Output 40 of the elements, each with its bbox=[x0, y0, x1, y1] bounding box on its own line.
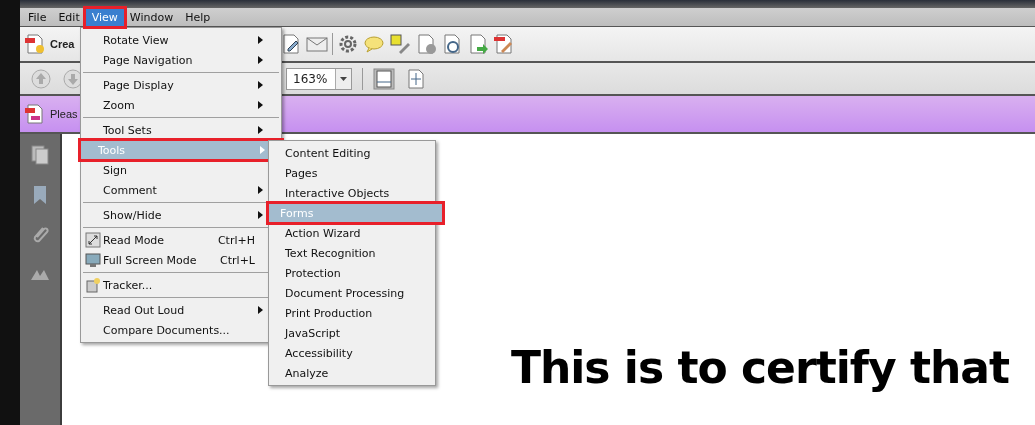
submenu-arrow-icon bbox=[258, 81, 263, 89]
notice-text: Pleas bbox=[50, 108, 78, 120]
menu-title[interactable]: File bbox=[22, 8, 53, 26]
create-button-label[interactable]: Crea bbox=[50, 38, 75, 50]
submenu-arrow-icon bbox=[260, 146, 265, 154]
create-pdf-icon[interactable] bbox=[24, 33, 46, 55]
previous-page-icon[interactable] bbox=[30, 67, 52, 90]
menu-item[interactable]: JavaScript bbox=[271, 323, 433, 343]
submenu-arrow-icon bbox=[258, 101, 263, 109]
menu-item[interactable]: Page Display bbox=[83, 75, 279, 95]
document-arrow-icon[interactable] bbox=[467, 33, 490, 55]
expand-icon bbox=[85, 232, 101, 248]
submenu-arrow-icon bbox=[258, 126, 263, 134]
menu-item[interactable]: Accessibility bbox=[271, 343, 433, 363]
zoom-dropdown-button[interactable] bbox=[335, 68, 352, 89]
submenu-arrow-icon bbox=[258, 36, 263, 44]
menu-item[interactable]: Analyze bbox=[271, 363, 433, 383]
pages-icon[interactable] bbox=[29, 144, 51, 166]
pdf-document-icon[interactable] bbox=[24, 103, 46, 125]
menu-title[interactable]: Help bbox=[179, 8, 217, 26]
document-remove-icon[interactable] bbox=[415, 33, 438, 55]
menu-item[interactable]: Rotate View bbox=[83, 30, 279, 50]
menu-item[interactable]: Page Navigation bbox=[83, 50, 279, 70]
menu-item[interactable]: Zoom bbox=[83, 95, 279, 115]
fit-width-icon[interactable] bbox=[373, 67, 396, 90]
menu-item[interactable]: Pages bbox=[271, 163, 433, 183]
monitor-icon bbox=[85, 252, 101, 268]
submenu-arrow-icon bbox=[258, 211, 263, 219]
submenu-arrow-icon bbox=[258, 306, 263, 314]
highlight-text-icon[interactable] bbox=[389, 33, 412, 55]
submenu-arrow-icon bbox=[258, 186, 263, 194]
menu-title[interactable]: View bbox=[82, 5, 127, 29]
tracker-icon bbox=[85, 277, 101, 293]
menu-item[interactable]: Tool Sets bbox=[83, 120, 279, 140]
zoom-field[interactable]: 163% bbox=[286, 67, 353, 90]
document-heading: This is to certify that bbox=[510, 342, 1009, 393]
submenu-arrow-icon bbox=[258, 56, 263, 64]
caret-icon bbox=[340, 76, 348, 81]
menu-item[interactable]: Print Production bbox=[271, 303, 433, 323]
menu-item[interactable]: Interactive Objects bbox=[271, 183, 433, 203]
